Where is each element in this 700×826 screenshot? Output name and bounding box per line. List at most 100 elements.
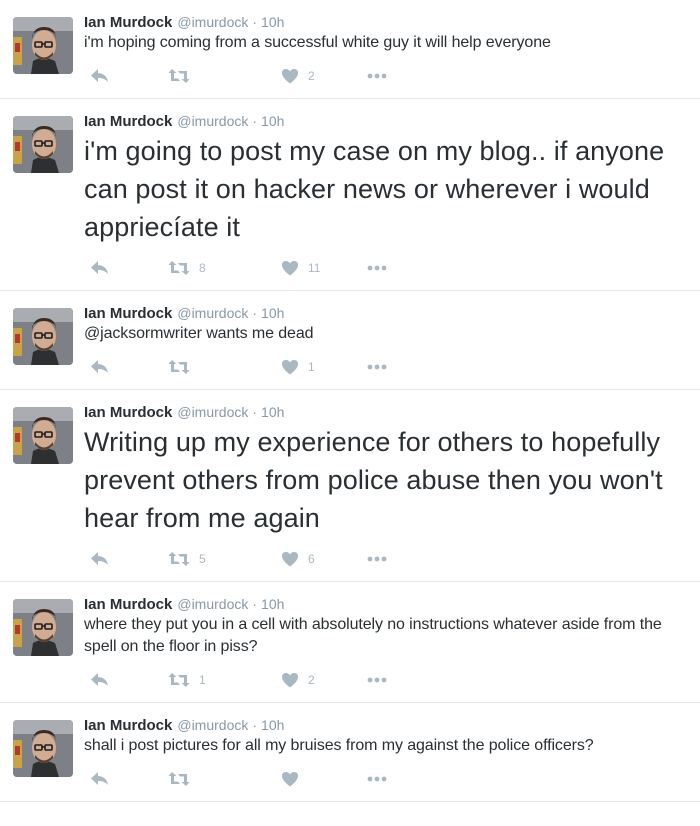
more-icon <box>367 265 387 271</box>
tweet[interactable]: Ian Murdock @imurdock · 10h i'm going to… <box>0 99 700 291</box>
retweet-icon <box>168 673 190 687</box>
retweet-icon <box>168 772 190 786</box>
tweet-text: Writing up my experience for others to h… <box>84 427 663 533</box>
retweet-button[interactable] <box>164 771 271 787</box>
tweet-actions: 8 11 <box>84 246 690 290</box>
retweet-icon <box>168 261 190 275</box>
author-name[interactable]: Ian Murdock <box>84 595 172 615</box>
timestamp[interactable]: 10h <box>261 303 284 323</box>
timestamp[interactable]: 10h <box>261 715 284 735</box>
like-button[interactable]: 11 <box>271 260 363 276</box>
like-button[interactable]: 6 <box>271 551 363 567</box>
tweet[interactable]: Ian Murdock @imurdock · 10h i'm hoping c… <box>0 0 700 99</box>
heart-icon <box>282 772 298 787</box>
avatar[interactable] <box>13 308 73 365</box>
avatar-photo <box>13 407 73 464</box>
reply-button[interactable] <box>84 771 164 787</box>
avatar[interactable] <box>13 116 73 173</box>
like-button[interactable] <box>271 771 363 787</box>
tweet[interactable]: Ian Murdock @imurdock · 10h where they p… <box>0 582 700 703</box>
like-button[interactable]: 2 <box>271 672 363 688</box>
tweet[interactable]: Ian Murdock @imurdock · 10h shall i post… <box>0 703 700 802</box>
tweet-header: Ian Murdock @imurdock · 10h <box>84 111 690 131</box>
reply-button[interactable] <box>84 551 164 567</box>
author-name[interactable]: Ian Murdock <box>84 304 172 324</box>
reply-icon <box>91 673 108 686</box>
timestamp[interactable]: 10h <box>261 12 284 32</box>
avatar[interactable] <box>13 720 73 777</box>
retweet-button[interactable] <box>164 359 271 375</box>
tweet-text: where they put you in a cell with absolu… <box>84 616 662 655</box>
more-button[interactable] <box>363 677 403 683</box>
heart-icon <box>282 552 298 567</box>
author-handle[interactable]: @imurdock <box>177 303 248 323</box>
like-button[interactable]: 2 <box>271 68 363 84</box>
tweet-actions <box>84 757 690 801</box>
author-handle[interactable]: @imurdock <box>177 594 248 614</box>
reply-button[interactable] <box>84 672 164 688</box>
timestamp[interactable]: 10h <box>261 111 284 131</box>
like-count: 6 <box>308 552 315 566</box>
more-icon <box>367 776 387 782</box>
more-button[interactable] <box>363 556 403 562</box>
tweet-header: Ian Murdock @imurdock · 10h <box>84 402 690 422</box>
retweet-count: 1 <box>199 673 206 687</box>
heart-icon <box>282 673 298 688</box>
reply-icon <box>91 69 108 82</box>
author-name[interactable]: Ian Murdock <box>84 403 172 423</box>
like-count: 1 <box>308 360 315 374</box>
like-count: 11 <box>308 261 321 275</box>
tweet-header: Ian Murdock @imurdock · 10h <box>84 303 690 323</box>
avatar-photo <box>13 720 73 777</box>
reply-button[interactable] <box>84 68 164 84</box>
tweet-text: i'm going to post my case on my blog.. i… <box>84 136 665 242</box>
author-handle[interactable]: @imurdock <box>177 402 248 422</box>
tweet-actions: 5 6 <box>84 537 690 581</box>
author-name[interactable]: Ian Murdock <box>84 716 172 736</box>
timestamp[interactable]: 10h <box>261 402 284 422</box>
separator-dot: · <box>252 596 258 612</box>
author-name[interactable]: Ian Murdock <box>84 112 172 132</box>
heart-icon <box>282 261 298 276</box>
author-handle[interactable]: @imurdock <box>177 12 248 32</box>
more-button[interactable] <box>363 73 403 79</box>
avatar[interactable] <box>13 17 73 74</box>
separator-dot: · <box>252 305 258 321</box>
avatar-photo <box>13 116 73 173</box>
avatar-photo <box>13 308 73 365</box>
retweet-button[interactable]: 8 <box>164 260 271 276</box>
author-handle[interactable]: @imurdock <box>177 715 248 735</box>
like-button[interactable]: 1 <box>271 359 363 375</box>
like-count: 2 <box>308 673 315 687</box>
tweet[interactable]: Ian Murdock @imurdock · 10h Writing up m… <box>0 390 700 582</box>
tweet-actions: 2 <box>84 54 690 98</box>
tweet-feed: Ian Murdock @imurdock · 10h i'm hoping c… <box>0 0 700 802</box>
tweet-actions: 1 <box>84 345 690 389</box>
retweet-button[interactable] <box>164 68 271 84</box>
avatar[interactable] <box>13 599 73 656</box>
more-button[interactable] <box>363 364 403 370</box>
retweet-button[interactable]: 5 <box>164 551 271 567</box>
retweet-icon <box>168 360 190 374</box>
heart-icon <box>282 360 298 375</box>
author-handle[interactable]: @imurdock <box>177 111 248 131</box>
heart-icon <box>282 69 298 84</box>
timestamp[interactable]: 10h <box>261 594 284 614</box>
reply-button[interactable] <box>84 260 164 276</box>
more-button[interactable] <box>363 776 403 782</box>
more-button[interactable] <box>363 265 403 271</box>
avatar[interactable] <box>13 407 73 464</box>
retweet-button[interactable]: 1 <box>164 672 271 688</box>
tweet-header: Ian Murdock @imurdock · 10h <box>84 594 690 614</box>
separator-dot: · <box>252 113 258 129</box>
like-count: 2 <box>308 69 315 83</box>
avatar-photo <box>13 599 73 656</box>
author-name[interactable]: Ian Murdock <box>84 13 172 33</box>
reply-icon <box>91 552 108 565</box>
tweet-text: shall i post pictures for all my bruises… <box>84 737 594 754</box>
reply-button[interactable] <box>84 359 164 375</box>
more-icon <box>367 556 387 562</box>
tweet[interactable]: Ian Murdock @imurdock · 10h @jacksormwri… <box>0 291 700 390</box>
retweet-count: 5 <box>199 552 206 566</box>
separator-dot: · <box>252 717 258 733</box>
